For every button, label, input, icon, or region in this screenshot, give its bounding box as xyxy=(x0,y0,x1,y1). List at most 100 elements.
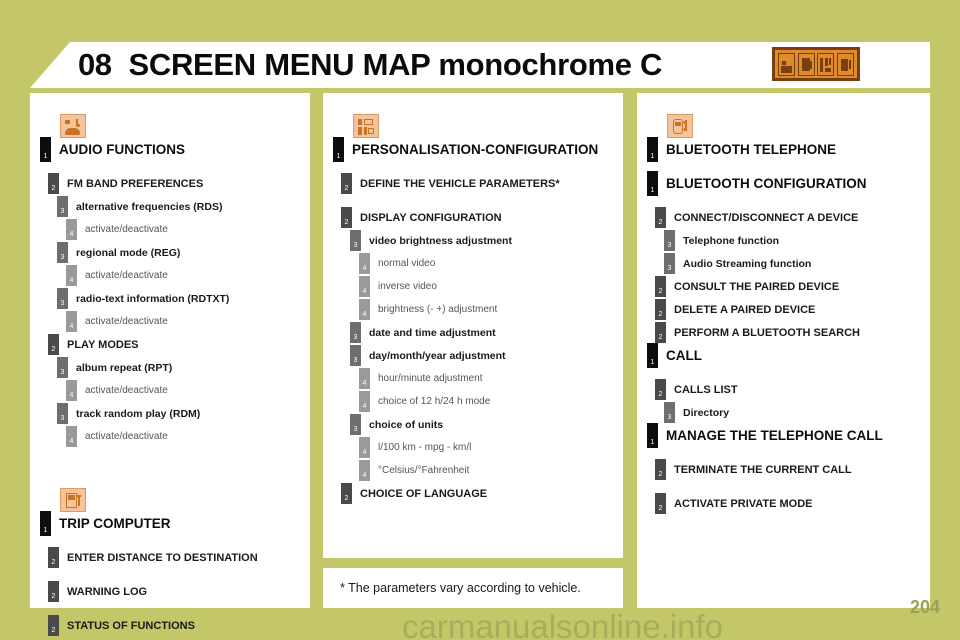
menu-item-bluetooth-configuration[interactable]: 1 BLUETOOTH CONFIGURATION xyxy=(637,171,930,196)
menu-item-perform-a-bluetooth-search[interactable]: 2 PERFORM A BLUETOOTH SEARCH xyxy=(637,321,930,344)
level-marker-3: 3 xyxy=(57,357,68,378)
menu-item-normal-video[interactable]: 4 normal video xyxy=(323,252,623,275)
menu-label: DELETE A PAIRED DEVICE xyxy=(674,303,816,316)
menu-label: choice of 12 h/24 h mode xyxy=(378,396,491,407)
menu-item-personalisation-configuration[interactable]: 1 PERSONALISATION-CONFIGURATION xyxy=(323,137,623,162)
menu-label: PERFORM A BLUETOOTH SEARCH xyxy=(674,326,860,339)
fuel-pump-icon xyxy=(60,488,86,512)
menu-item-warning-log[interactable]: 2 WARNING LOG xyxy=(30,580,310,603)
menu-label: activate/deactivate xyxy=(85,316,168,327)
menu-item-choice-of-language[interactable]: 2 CHOICE OF LANGUAGE xyxy=(323,482,623,505)
menu-item-consumption-units[interactable]: 4 l/100 km - mpg - km/l xyxy=(323,436,623,459)
level-marker-2: 2 xyxy=(341,173,352,194)
menu-item-delete-a-paired-device[interactable]: 2 DELETE A PAIRED DEVICE xyxy=(637,298,930,321)
menu-label: CONSULT THE PAIRED DEVICE xyxy=(674,280,840,293)
menu-item-activate-deactivate[interactable]: 4 activate/deactivate xyxy=(30,264,310,287)
menu-label: day/month/year adjustment xyxy=(369,349,506,362)
page-title: SCREEN MENU MAP monochrome C xyxy=(128,47,663,82)
menu-label: TRIP COMPUTER xyxy=(59,516,171,531)
menu-item-activate-deactivate[interactable]: 4 activate/deactivate xyxy=(30,218,310,241)
menu-item-manage-the-telephone-call[interactable]: 1 MANAGE THE TELEPHONE CALL xyxy=(637,423,930,448)
menu-item-choice-of-units[interactable]: 3 choice of units xyxy=(323,413,623,436)
menu-item-hour-minute-adjustment[interactable]: 4 hour/minute adjustment xyxy=(323,367,623,390)
menu-item-trip-computer[interactable]: 1 TRIP COMPUTER xyxy=(30,511,310,536)
menu-item-track-random-play[interactable]: 3 track random play (RDM) xyxy=(30,402,310,425)
menu-item-regional-mode[interactable]: 3 regional mode (REG) xyxy=(30,241,310,264)
menu-item-activate-private-mode[interactable]: 2 ACTIVATE PRIVATE MODE xyxy=(637,492,930,515)
level-marker-4: 4 xyxy=(359,299,370,320)
level-marker-1: 1 xyxy=(647,343,658,368)
level-marker-2: 2 xyxy=(48,547,59,568)
menu-item-date-and-time-adjustment[interactable]: 3 date and time adjustment xyxy=(323,321,623,344)
menu-label: video brightness adjustment xyxy=(369,234,512,247)
menu-item-day-month-year-adjustment[interactable]: 3 day/month/year adjustment xyxy=(323,344,623,367)
menu-item-brightness-adjustment[interactable]: 4 brightness (- +) adjustment xyxy=(323,298,623,321)
menu-label: MANAGE THE TELEPHONE CALL xyxy=(666,428,883,443)
menu-item-calls-list[interactable]: 2 CALLS LIST xyxy=(637,378,930,401)
menu-label: hour/minute adjustment xyxy=(378,373,483,384)
strip-audio-icon xyxy=(778,52,796,76)
chapter-icon-strip xyxy=(772,47,860,81)
menu-item-activate-deactivate[interactable]: 4 activate/deactivate xyxy=(30,379,310,402)
menu-item-audio-functions[interactable]: 1 AUDIO FUNCTIONS xyxy=(30,137,310,162)
menu-item-define-the-vehicle-parameters[interactable]: 2 DEFINE THE VEHICLE PARAMETERS* xyxy=(323,172,623,195)
menu-label: PERSONALISATION-CONFIGURATION xyxy=(352,142,599,157)
menu-label: Audio Streaming function xyxy=(683,257,812,270)
level-marker-4: 4 xyxy=(359,437,370,458)
menu-item-connect-disconnect-a-device[interactable]: 2 CONNECT/DISCONNECT A DEVICE xyxy=(637,206,930,229)
menu-item-consult-the-paired-device[interactable]: 2 CONSULT THE PAIRED DEVICE xyxy=(637,275,930,298)
level-marker-1: 1 xyxy=(40,511,51,536)
level-marker-4: 4 xyxy=(359,253,370,274)
level-marker-2: 2 xyxy=(655,379,666,400)
menu-item-alternative-frequencies[interactable]: 3 alternative frequencies (RDS) xyxy=(30,195,310,218)
level-marker-3: 3 xyxy=(57,403,68,424)
menu-label: DEFINE THE VEHICLE PARAMETERS* xyxy=(360,177,560,190)
menu-item-choice-of-12h-24h-mode[interactable]: 4 choice of 12 h/24 h mode xyxy=(323,390,623,413)
level-marker-4: 4 xyxy=(66,380,77,401)
section-icon-row-bluetooth xyxy=(637,104,930,138)
menu-item-album-repeat[interactable]: 3 album repeat (RPT) xyxy=(30,356,310,379)
menu-label: AUDIO FUNCTIONS xyxy=(59,142,185,157)
level-marker-2: 2 xyxy=(48,581,59,602)
menu-item-temperature-units[interactable]: 4 °Celsius/°Fahrenheit xyxy=(323,459,623,482)
menu-label: CONNECT/DISCONNECT A DEVICE xyxy=(674,211,859,224)
site-watermark: carmanualsonline.info xyxy=(401,608,724,640)
menu-item-play-modes[interactable]: 2 PLAY MODES xyxy=(30,333,310,356)
column-personalisation: 1 PERSONALISATION-CONFIGURATION 2 DEFINE… xyxy=(323,93,623,558)
menu-label: °Celsius/°Fahrenheit xyxy=(378,465,470,476)
level-marker-1: 1 xyxy=(40,137,51,162)
menu-item-activate-deactivate[interactable]: 4 activate/deactivate xyxy=(30,425,310,448)
level-marker-4: 4 xyxy=(359,368,370,389)
menu-item-fm-band-preferences[interactable]: 2 FM BAND PREFERENCES xyxy=(30,172,310,195)
level-marker-3: 3 xyxy=(350,345,361,366)
level-marker-1: 1 xyxy=(647,137,658,162)
menu-item-audio-streaming-function[interactable]: 3 Audio Streaming function xyxy=(637,252,930,275)
level-marker-3: 3 xyxy=(664,230,675,251)
menu-label: CALLS LIST xyxy=(674,383,738,396)
menu-item-terminate-the-current-call[interactable]: 2 TERMINATE THE CURRENT CALL xyxy=(637,458,930,481)
menu-item-activate-deactivate[interactable]: 4 activate/deactivate xyxy=(30,310,310,333)
level-marker-3: 3 xyxy=(57,288,68,309)
menu-item-inverse-video[interactable]: 4 inverse video xyxy=(323,275,623,298)
chapter-number: 08 xyxy=(78,47,112,82)
menu-item-radio-text-information[interactable]: 3 radio-text information (RDTXT) xyxy=(30,287,310,310)
menu-item-display-configuration[interactable]: 2 DISPLAY CONFIGURATION xyxy=(323,206,623,229)
menu-label: activate/deactivate xyxy=(85,385,168,396)
tree-personalisation: 1 PERSONALISATION-CONFIGURATION 2 DEFINE… xyxy=(323,93,623,505)
menu-label: CHOICE OF LANGUAGE xyxy=(360,487,488,500)
menu-item-call[interactable]: 1 CALL xyxy=(637,343,930,368)
menu-item-video-brightness-adjustment[interactable]: 3 video brightness adjustment xyxy=(323,229,623,252)
menu-label: album repeat (RPT) xyxy=(76,361,173,374)
page-number: 204 xyxy=(909,597,940,617)
level-marker-4: 4 xyxy=(66,265,77,286)
menu-item-enter-distance-to-destination[interactable]: 2 ENTER DISTANCE TO DESTINATION xyxy=(30,546,310,569)
menu-item-directory[interactable]: 3 Directory xyxy=(637,401,930,424)
menu-item-bluetooth-telephone[interactable]: 1 BLUETOOTH TELEPHONE xyxy=(637,137,930,162)
menu-item-telephone-function[interactable]: 3 Telephone function xyxy=(637,229,930,252)
